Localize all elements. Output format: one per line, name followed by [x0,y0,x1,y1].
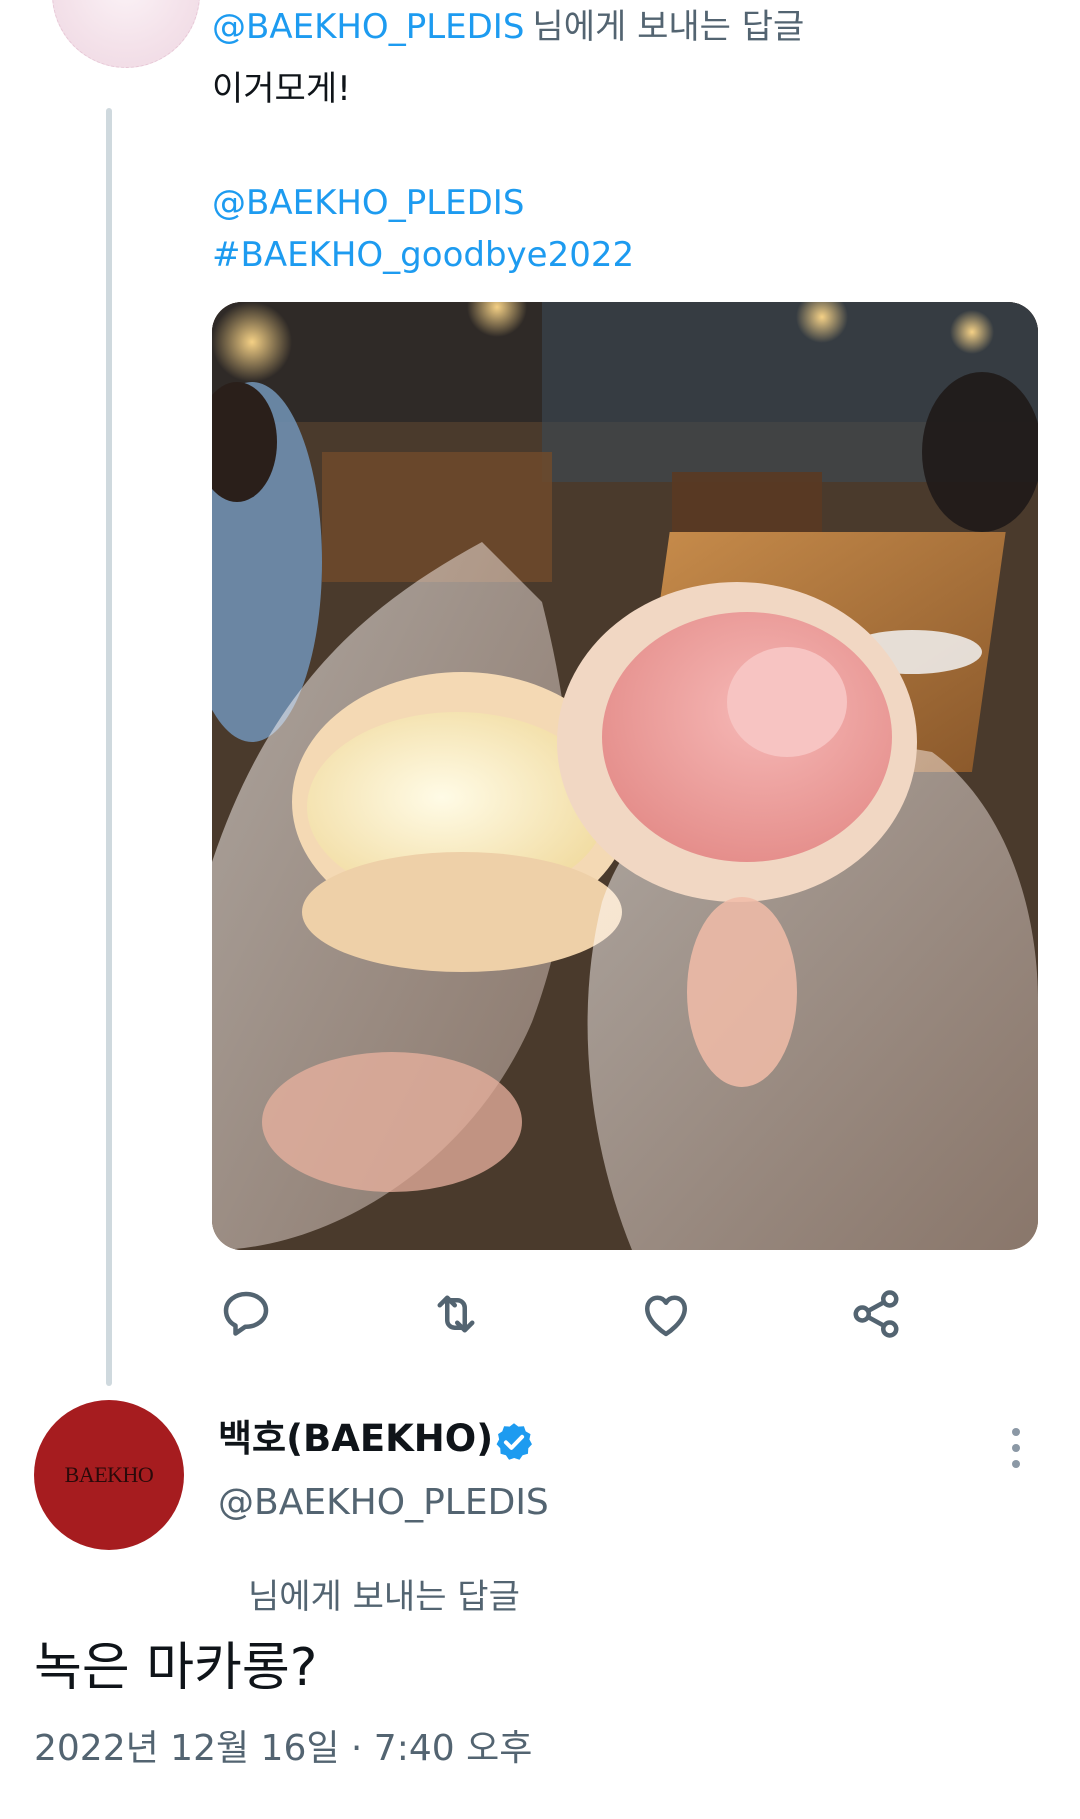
avatar-logo-text: BAEKHO [64,1462,154,1487]
more-options-icon[interactable] [996,1418,1036,1478]
replying-to-mention[interactable]: @BAEKHO_PLEDIS [212,7,524,47]
retweet-icon[interactable] [426,1284,486,1344]
reply-tweet-text: 이거모게! [212,69,351,109]
photo-illustration [212,302,1038,1250]
replying-to-label: 님에게 보내는 답글 [248,1577,520,1617]
replying-to-suffix: 님에게 보내는 답글 [532,7,805,47]
replying-to-line: @BAEKHO_PLEDIS 님에게 보내는 답글 [212,2,804,52]
reply-author-avatar[interactable] [52,0,200,68]
verified-badge-icon [492,1420,536,1464]
reply-icon[interactable] [216,1284,276,1344]
share-icon[interactable] [846,1284,906,1344]
tweet-photo[interactable] [212,302,1038,1250]
main-tweet-text: 녹은 마카롱? [34,1638,318,1698]
thread-connector-line [106,108,112,1386]
author-handle[interactable]: @BAEKHO_PLEDIS [218,1478,549,1528]
tweet-timestamp[interactable]: 2022년 12월 16일 · 7:40 오후 [34,1722,532,1776]
like-icon[interactable] [636,1284,696,1344]
tweet-mention-link[interactable]: @BAEKHO_PLEDIS [212,174,524,232]
author-display-name[interactable]: 백호(BAEKHO) [218,1414,493,1464]
tweet-hashtag-link[interactable]: #BAEKHO_goodbye2022 [212,226,634,284]
author-avatar[interactable]: BAEKHO [34,1400,184,1550]
